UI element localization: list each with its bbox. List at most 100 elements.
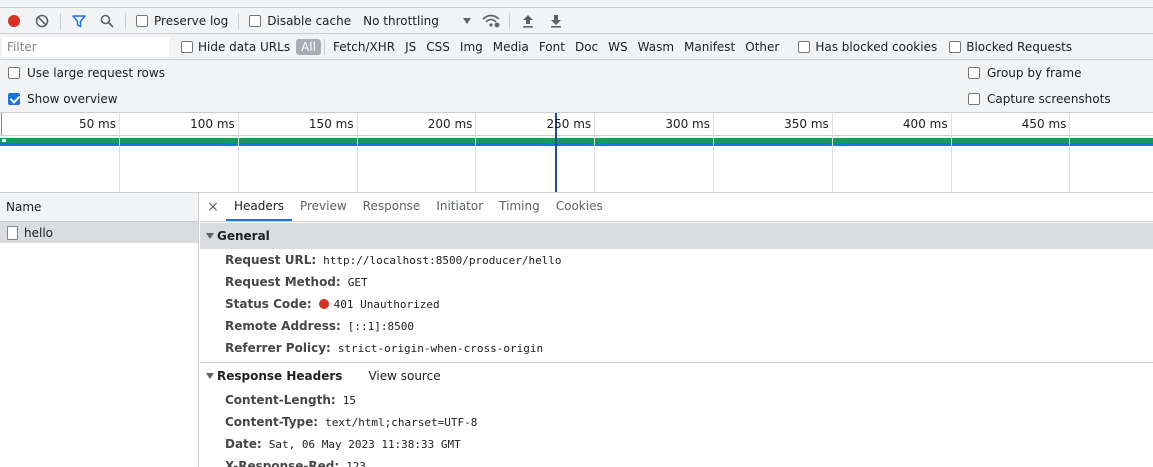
overview-grid-line bbox=[831, 113, 833, 192]
checkbox-box[interactable] bbox=[949, 40, 962, 53]
header-key: Remote Address: bbox=[225, 319, 341, 333]
throttling-dropdown-arrow[interactable] bbox=[457, 8, 477, 34]
search-button[interactable] bbox=[93, 8, 121, 34]
header-key: Content-Length: bbox=[225, 393, 336, 407]
header-value: strict-origin-when-cross-origin bbox=[337, 341, 544, 355]
checkbox-box[interactable] bbox=[136, 14, 148, 27]
settings-options-pane: Use large request rows Show overview Gro… bbox=[0, 60, 1153, 113]
hide-data-urls-label: Hide data URLs bbox=[198, 39, 291, 54]
type-filter-wasm[interactable]: Wasm bbox=[633, 39, 679, 55]
record-icon bbox=[8, 14, 20, 27]
overview-grid-line bbox=[594, 113, 596, 192]
toolbar-divider bbox=[60, 12, 61, 29]
clear-button[interactable] bbox=[28, 8, 56, 34]
header-row-request-url: Request URL: http://localhost:8500/produ… bbox=[200, 249, 1153, 271]
header-key: X-Response-Red: bbox=[225, 459, 340, 467]
preserve-log-label: Preserve log bbox=[154, 13, 229, 28]
has-blocked-cookies-checkbox[interactable]: Has blocked cookies bbox=[792, 40, 943, 54]
use-large-rows-label: Use large request rows bbox=[27, 66, 165, 80]
wifi-settings-icon bbox=[482, 14, 500, 27]
tab-response[interactable]: Response bbox=[355, 193, 429, 221]
header-key: Date: bbox=[225, 437, 262, 451]
group-by-frame-checkbox[interactable]: Group by frame bbox=[968, 66, 1081, 80]
overview-tick-label: 50 ms bbox=[78, 117, 116, 131]
record-button[interactable] bbox=[0, 8, 28, 34]
overview-grid-line bbox=[356, 113, 358, 192]
window-top-strip bbox=[0, 0, 1153, 8]
type-filter-img[interactable]: Img bbox=[455, 39, 488, 55]
use-large-rows-checkbox[interactable]: Use large request rows bbox=[8, 66, 165, 80]
checkbox-box[interactable] bbox=[181, 40, 193, 53]
overview-tick-label: 400 ms bbox=[902, 117, 948, 131]
close-details-button[interactable]: × bbox=[200, 193, 226, 221]
tab-headers[interactable]: Headers bbox=[226, 193, 292, 221]
overview-grid-line bbox=[1069, 113, 1071, 192]
overview-grid-line bbox=[119, 113, 120, 192]
checkbox-box[interactable] bbox=[968, 67, 980, 79]
caret-down-icon bbox=[463, 17, 472, 24]
filter-toggle-button[interactable] bbox=[65, 8, 93, 34]
export-har-button[interactable] bbox=[542, 8, 570, 34]
overview-tick-label: 200 ms bbox=[427, 117, 473, 131]
tab-preview[interactable]: Preview bbox=[292, 193, 355, 221]
status-error-icon bbox=[318, 299, 329, 309]
type-filter-media[interactable]: Media bbox=[488, 39, 534, 55]
network-toolbar: Preserve log Disable cache No throttling bbox=[0, 8, 1153, 34]
checkbox-box-checked[interactable] bbox=[8, 93, 20, 105]
type-filter-all[interactable]: All bbox=[296, 38, 321, 55]
throttling-select[interactable]: No throttling bbox=[357, 14, 457, 28]
header-value: 15 bbox=[342, 393, 356, 407]
overview-tick-label: 150 ms bbox=[308, 117, 354, 131]
view-source-button[interactable]: View source bbox=[368, 369, 440, 383]
details-tabs: × Headers Preview Response Initiator Tim… bbox=[200, 193, 1153, 222]
hide-data-urls-checkbox[interactable]: Hide data URLs bbox=[175, 40, 296, 54]
general-section-header[interactable]: General bbox=[200, 223, 1153, 249]
network-overview-timeline[interactable]: 50 ms 100 ms 150 ms 200 ms 250 ms 300 ms 350 m… bbox=[0, 113, 1153, 193]
header-row-x-response-red: X-Response-Red: 123 bbox=[200, 455, 1153, 467]
response-headers-section-header[interactable]: Response Headers View source bbox=[200, 363, 1153, 389]
upload-icon bbox=[523, 14, 534, 28]
capture-screenshots-checkbox[interactable]: Capture screenshots bbox=[968, 92, 1111, 106]
checkbox-box[interactable] bbox=[8, 67, 20, 79]
header-key: Request URL: bbox=[225, 253, 317, 267]
has-blocked-cookies-label: Has blocked cookies bbox=[815, 39, 938, 54]
toolbar-divider bbox=[509, 12, 511, 29]
header-value: [::1]:8500 bbox=[347, 319, 415, 333]
type-filter-manifest[interactable]: Manifest bbox=[679, 39, 740, 55]
type-filter-css[interactable]: CSS bbox=[421, 39, 455, 55]
type-filter-other[interactable]: Other bbox=[740, 39, 784, 55]
import-har-button[interactable] bbox=[514, 8, 542, 34]
overview-grid-line bbox=[713, 113, 714, 192]
preserve-log-checkbox[interactable]: Preserve log bbox=[130, 14, 234, 28]
clear-icon bbox=[35, 14, 49, 27]
type-filter-font[interactable]: Font bbox=[534, 39, 570, 55]
tab-timing[interactable]: Timing bbox=[491, 193, 548, 221]
disable-cache-checkbox[interactable]: Disable cache bbox=[243, 14, 357, 28]
header-key: Request Method: bbox=[225, 275, 341, 289]
request-name: hello bbox=[24, 225, 53, 240]
column-header-name[interactable]: Name bbox=[0, 193, 198, 222]
checkbox-box[interactable] bbox=[968, 93, 980, 105]
toolbar-divider bbox=[125, 12, 126, 29]
type-filter-doc[interactable]: Doc bbox=[570, 39, 603, 55]
header-row-status-code: Status Code: 401 Unauthorized bbox=[200, 293, 1153, 315]
filter-input[interactable] bbox=[2, 36, 169, 57]
triangle-down-icon bbox=[206, 373, 214, 379]
header-row-content-length: Content-Length: 15 bbox=[200, 389, 1153, 411]
network-conditions-button[interactable] bbox=[477, 8, 505, 34]
type-filter-js[interactable]: JS bbox=[400, 39, 421, 55]
tab-initiator[interactable]: Initiator bbox=[428, 193, 491, 221]
type-filter-fetch-xhr[interactable]: Fetch/XHR bbox=[328, 39, 400, 55]
checkbox-box[interactable] bbox=[798, 40, 811, 53]
tab-cookies[interactable]: Cookies bbox=[548, 193, 611, 221]
show-overview-label: Show overview bbox=[27, 92, 118, 106]
checkbox-box[interactable] bbox=[249, 14, 262, 27]
show-overview-checkbox[interactable]: Show overview bbox=[8, 92, 118, 106]
blocked-requests-checkbox[interactable]: Blocked Requests bbox=[943, 40, 1078, 54]
header-key: Status Code: bbox=[225, 297, 312, 311]
request-row[interactable]: hello bbox=[0, 222, 198, 243]
overview-ruler-divider bbox=[0, 135, 1153, 136]
header-row-content-type: Content-Type: text/html;charset=UTF-8 bbox=[200, 411, 1153, 433]
header-value: http://localhost:8500/producer/hello bbox=[323, 253, 562, 267]
type-filter-ws[interactable]: WS bbox=[603, 39, 632, 55]
